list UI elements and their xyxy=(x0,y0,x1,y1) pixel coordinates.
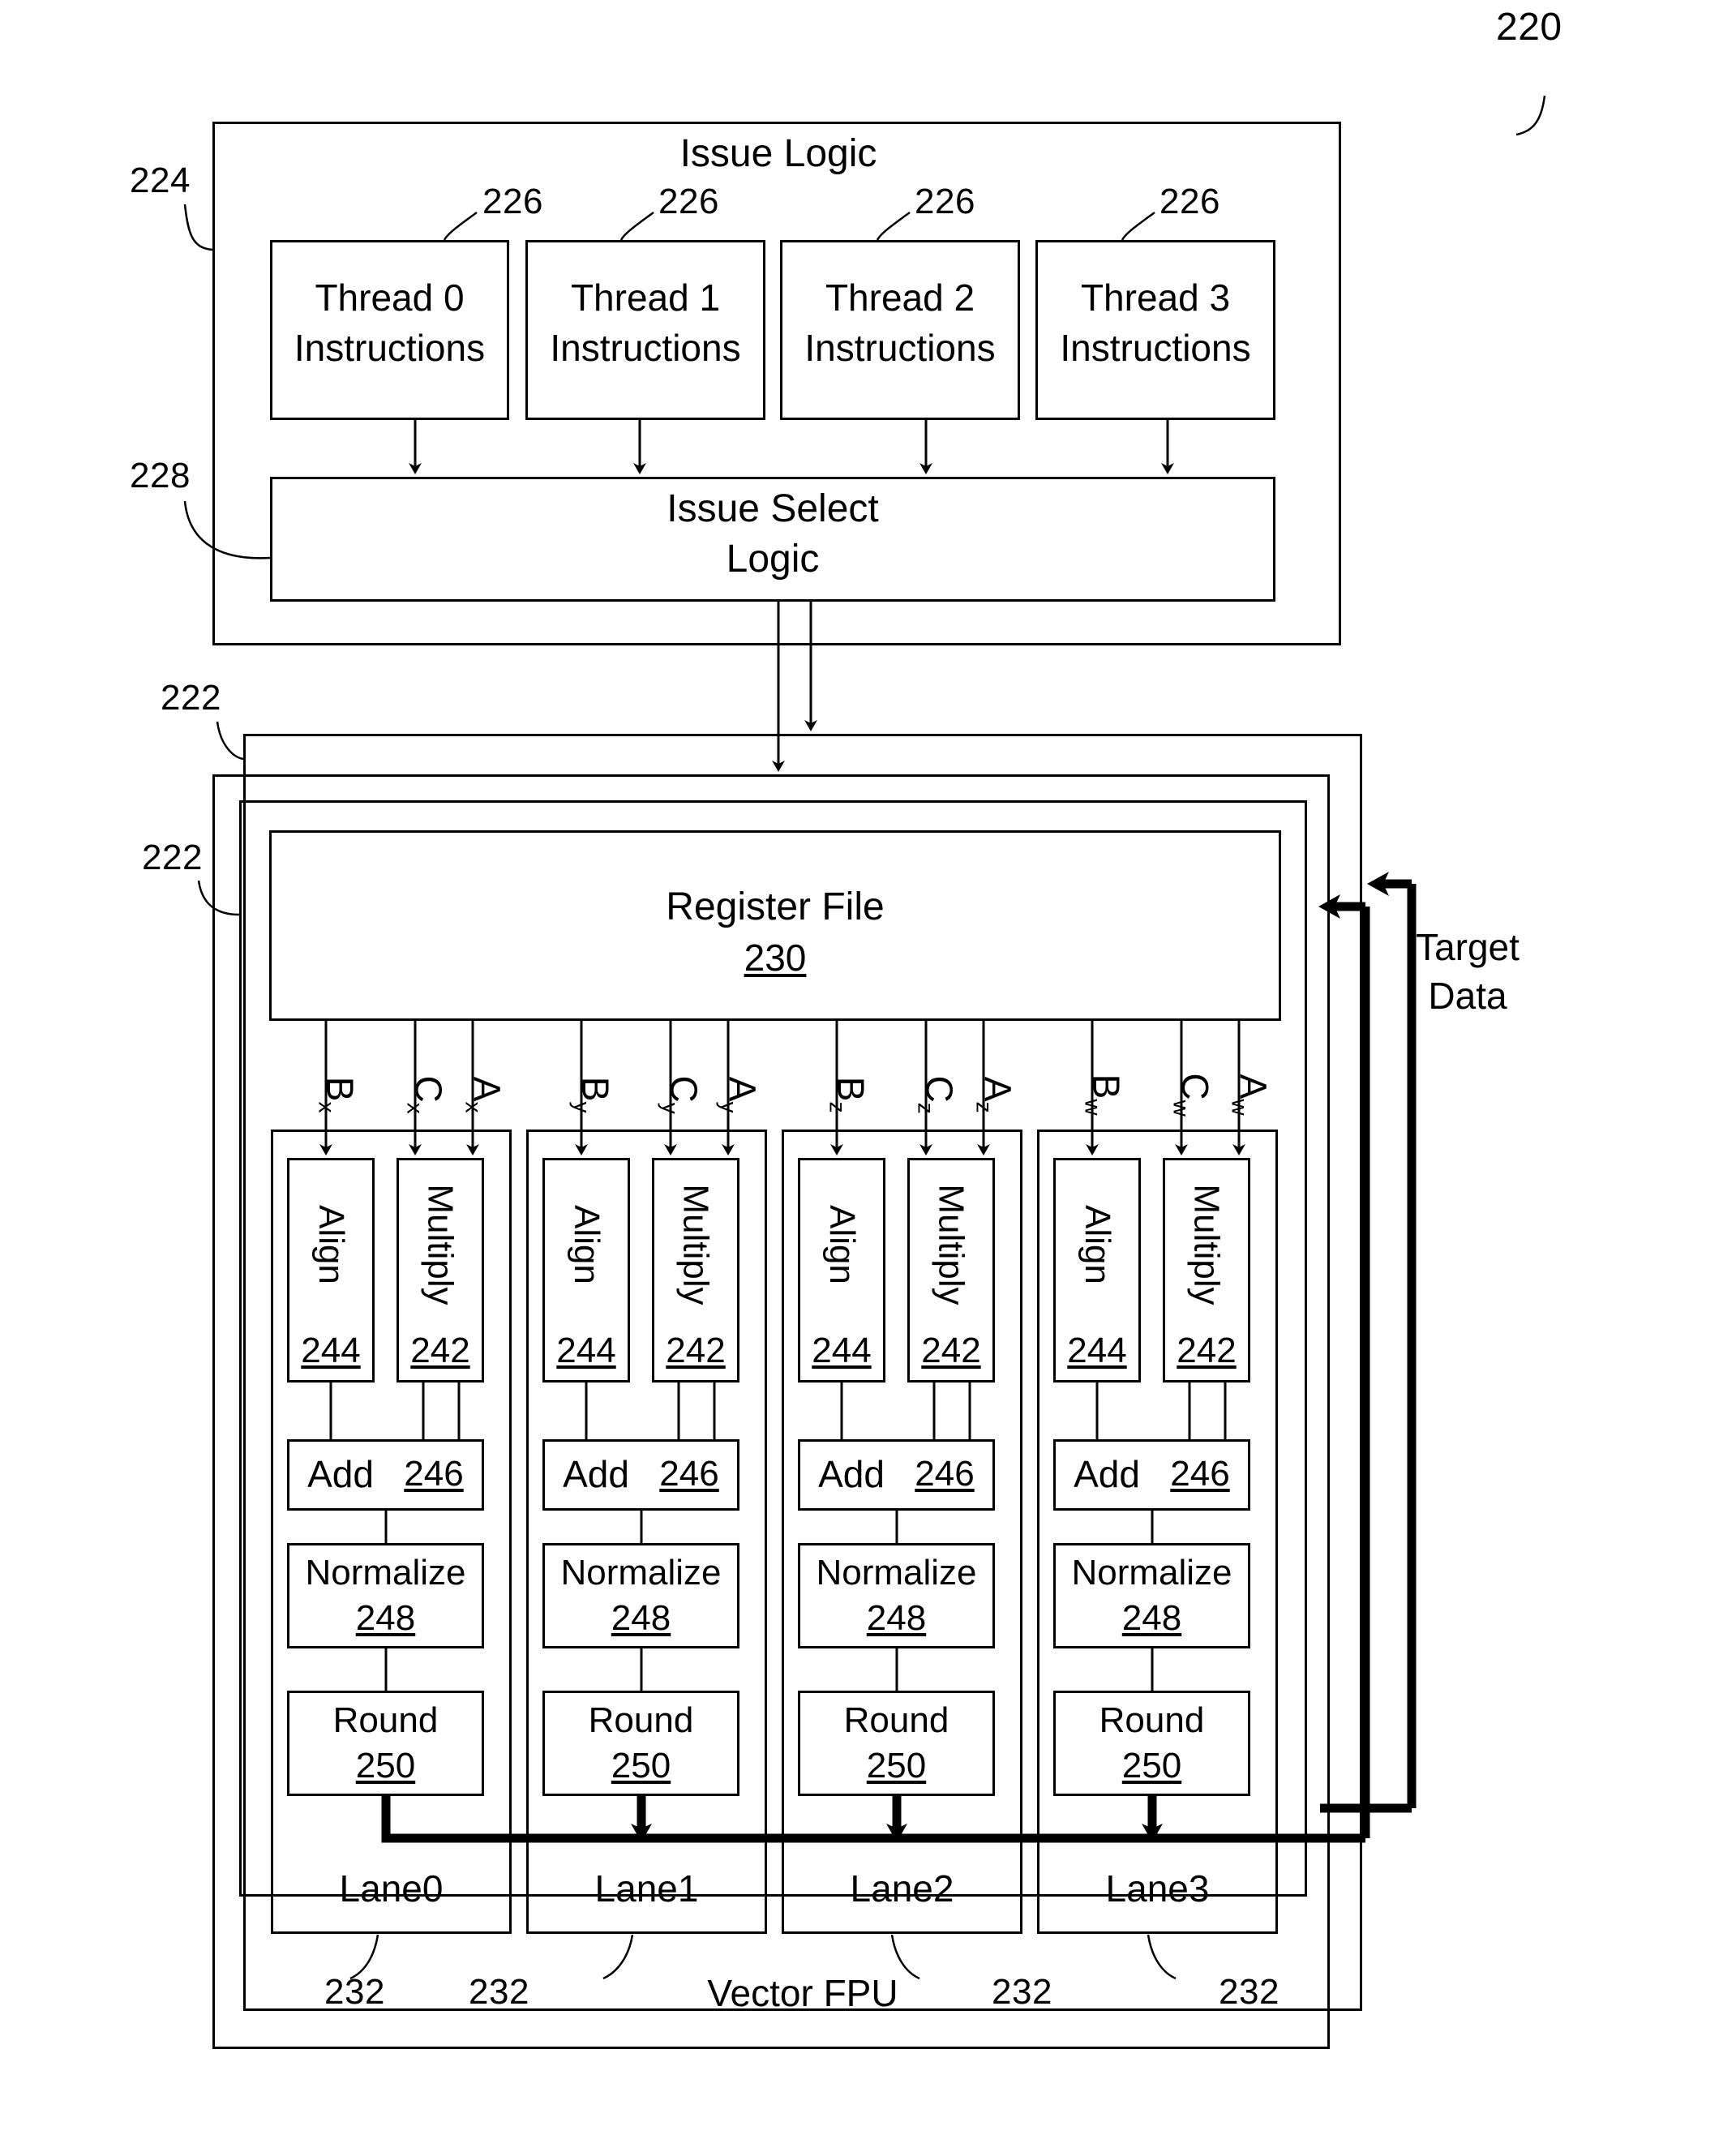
lane-0-multiply-ref-242: 242 xyxy=(410,1331,470,1371)
thread-ref-226-3: 226 xyxy=(1159,182,1220,221)
register-file-ref-230: 230 xyxy=(744,936,807,979)
lane-2-align-label: Align xyxy=(821,1205,862,1284)
lane-3-add-ref-246: 246 xyxy=(1170,1454,1230,1494)
lane-2-normalize-label: Normalize xyxy=(816,1553,977,1593)
thread-label-0-line1: Thread 0 xyxy=(315,276,465,319)
lane-0-normalize-label: Normalize xyxy=(305,1553,466,1593)
issue-logic-ref-224: 224 xyxy=(130,161,191,200)
target-data-line2: Data xyxy=(1428,974,1507,1017)
lane-3-align-label: Align xyxy=(1077,1205,1117,1284)
issue-select-logic-line1: Issue Select xyxy=(667,487,879,530)
thread-label-1-line1: Thread 1 xyxy=(570,276,721,319)
thread-label-3-line1: Thread 3 xyxy=(1080,276,1231,319)
lane-2-align-ref-244: 244 xyxy=(812,1331,872,1371)
lane-0-normalize-ref-248: 248 xyxy=(355,1598,416,1639)
lane-ref-232-0: 232 xyxy=(324,1972,385,2012)
operand-label-bx: Bx xyxy=(313,1076,362,1113)
lane-2-multiply-ref-242: 242 xyxy=(921,1331,981,1371)
lane-2-round-ref-250: 250 xyxy=(866,1746,927,1786)
lane-0-round-label: Round xyxy=(332,1700,439,1741)
lane-3-round-ref-250: 250 xyxy=(1121,1746,1182,1786)
thread-label-0-line2: Instructions xyxy=(294,326,486,369)
issue-select-logic-ref-228: 228 xyxy=(130,456,191,495)
lane-3-align-ref-244: 244 xyxy=(1067,1331,1127,1371)
lane-2-round-label: Round xyxy=(843,1700,949,1741)
lane-1-add-label: Add xyxy=(563,1452,629,1495)
thread-label-2-line1: Thread 2 xyxy=(825,276,975,319)
lane-0-add-ref-246: 246 xyxy=(404,1454,464,1494)
lane-2-normalize-ref-248: 248 xyxy=(866,1598,927,1639)
operand-label-az: Az xyxy=(971,1076,1019,1113)
lane-2-add-ref-246: 246 xyxy=(915,1454,975,1494)
lane-0-round-ref-250: 250 xyxy=(355,1746,416,1786)
operand-label-ax: Ax xyxy=(460,1076,508,1113)
lane-3-name: Lane3 xyxy=(1105,1867,1210,1910)
lane-1-align-ref-244: 244 xyxy=(556,1331,616,1371)
lane-1-normalize-ref-248: 248 xyxy=(611,1598,671,1639)
thread-ref-226-1: 226 xyxy=(658,182,719,221)
lane-3-normalize-ref-248: 248 xyxy=(1121,1598,1182,1639)
operand-label-by: By xyxy=(568,1076,617,1113)
lane-3-multiply-ref-242: 242 xyxy=(1177,1331,1237,1371)
lane-2-add-label: Add xyxy=(818,1452,885,1495)
operand-label-aw: Aw xyxy=(1226,1074,1275,1116)
lane-1-multiply-label: Multiply xyxy=(675,1184,716,1305)
lane-3-normalize-label: Normalize xyxy=(1071,1553,1232,1593)
lane-ref-232-1: 232 xyxy=(469,1972,529,2012)
operand-label-bz: Bz xyxy=(824,1076,872,1113)
lane-ref-232-3: 232 xyxy=(1219,1972,1279,2012)
lane-0-align-label: Align xyxy=(311,1205,351,1284)
thread-label-1-line2: Instructions xyxy=(550,326,741,369)
lane-2-multiply-label: Multiply xyxy=(931,1184,971,1305)
lane-1-multiply-ref-242: 242 xyxy=(666,1331,726,1371)
vector-fpu-title: Vector FPU xyxy=(707,1971,898,2014)
lane-0-name: Lane0 xyxy=(339,1867,444,1910)
lane-3-round-label: Round xyxy=(1099,1700,1205,1741)
lane-2-name: Lane2 xyxy=(850,1867,954,1910)
lane-1-normalize-label: Normalize xyxy=(560,1553,722,1593)
issue-logic-title: Issue Logic xyxy=(679,131,877,175)
vector-fpu-ref-222-upper: 222 xyxy=(161,678,221,718)
lane-1-round-label: Round xyxy=(588,1700,694,1741)
operand-label-bw: Bw xyxy=(1079,1074,1128,1116)
figure-number-220: 220 xyxy=(1496,6,1562,49)
thread-label-2-line2: Instructions xyxy=(804,326,996,369)
thread-ref-226-2: 226 xyxy=(915,182,975,221)
lane-1-name: Lane1 xyxy=(594,1867,699,1910)
operand-label-ay: Ay xyxy=(715,1076,764,1113)
patent-figure-canvas: 220 Issue Logic 224 226 226 226 226 Thre… xyxy=(0,0,1736,2152)
lane-1-align-label: Align xyxy=(566,1205,607,1284)
lane-3-multiply-label: Multiply xyxy=(1186,1184,1227,1305)
thread-ref-226-0: 226 xyxy=(482,182,543,221)
thread-label-3-line2: Instructions xyxy=(1060,326,1251,369)
vector-fpu-ref-222-lower: 222 xyxy=(142,838,203,877)
register-file-title: Register File xyxy=(666,885,885,928)
issue-select-logic-line2: Logic xyxy=(726,537,820,581)
lane-1-round-ref-250: 250 xyxy=(611,1746,671,1786)
lane-ref-232-2: 232 xyxy=(992,1972,1052,2012)
target-data-line1: Target xyxy=(1416,925,1520,968)
lane-1-add-ref-246: 246 xyxy=(659,1454,719,1494)
lane-0-multiply-label: Multiply xyxy=(420,1184,461,1305)
lane-0-align-ref-244: 244 xyxy=(301,1331,361,1371)
lane-0-add-label: Add xyxy=(307,1452,374,1495)
lane-3-add-label: Add xyxy=(1074,1452,1140,1495)
